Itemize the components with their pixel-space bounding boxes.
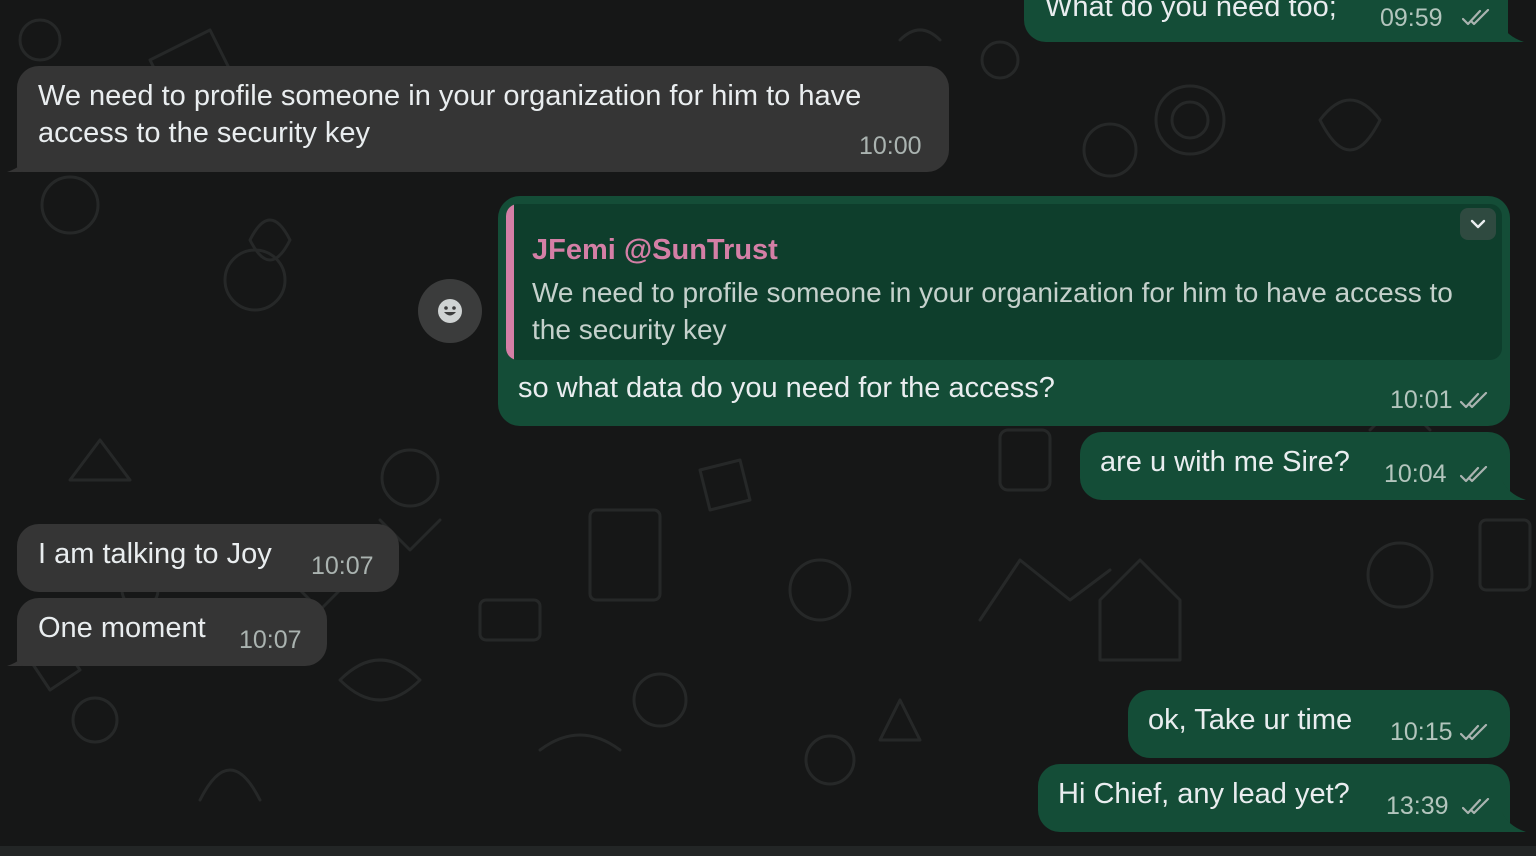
message-time: 09:59 xyxy=(1380,4,1443,32)
chevron-down-icon xyxy=(1470,219,1486,229)
composer-edge xyxy=(0,846,1536,856)
message-menu-button[interactable] xyxy=(1460,208,1496,240)
message-outgoing[interactable]: are u with me Sire? 10:04 xyxy=(1080,432,1526,500)
message-text: What do you need too; xyxy=(1045,0,1337,23)
double-check-icon xyxy=(1462,9,1490,26)
message-time: 10:00 xyxy=(859,132,922,160)
message-text: ok, Take ur time xyxy=(1148,704,1353,736)
double-check-icon xyxy=(1460,466,1488,483)
double-check-icon xyxy=(1460,392,1488,409)
bubble-tail xyxy=(1502,480,1526,500)
message-time: 10:15 xyxy=(1390,718,1453,746)
message-time: 10:07 xyxy=(239,626,302,654)
double-check-icon xyxy=(1462,798,1490,815)
message-time: 10:04 xyxy=(1384,460,1447,488)
bubble-tail xyxy=(1502,812,1526,832)
smiley-icon xyxy=(438,299,462,323)
message-incoming[interactable]: One moment 10:07 xyxy=(7,598,327,666)
message-text: One moment xyxy=(38,612,206,644)
message-text: I am talking to Joy xyxy=(38,538,272,570)
message-outgoing[interactable]: What do you need too; 09:59 xyxy=(1024,0,1524,42)
message-outgoing[interactable]: ok, Take ur time 10:15 xyxy=(1128,690,1510,758)
bubble-tail xyxy=(1500,22,1524,42)
quoted-author: JFemi @SunTrust xyxy=(532,234,778,266)
chat-area[interactable]: What do you need too; 09:59 We need to p… xyxy=(0,0,1536,856)
message-text: are u with me Sire? xyxy=(1100,446,1350,478)
quote-accent-bar xyxy=(506,204,514,360)
message-text: so what data do you need for the access? xyxy=(518,372,1055,404)
message-outgoing-reply[interactable]: JFemi @SunTrust We need to profile someo… xyxy=(498,196,1510,426)
message-outgoing[interactable]: Hi Chief, any lead yet? 13:39 xyxy=(1038,764,1526,832)
reaction-button[interactable] xyxy=(418,279,482,343)
message-time: 13:39 xyxy=(1386,792,1449,820)
quoted-message[interactable]: JFemi @SunTrust We need to profile someo… xyxy=(506,204,1502,360)
message-text: Hi Chief, any lead yet? xyxy=(1058,778,1350,810)
message-time: 10:01 xyxy=(1390,386,1453,414)
double-check-icon xyxy=(1460,724,1488,741)
message-time: 10:07 xyxy=(311,552,374,580)
message-incoming[interactable]: We need to profile someone in your organ… xyxy=(7,66,949,172)
message-text: We need to profile someone in your organ… xyxy=(38,80,870,149)
quoted-text: We need to profile someone in your organ… xyxy=(532,277,1453,345)
message-incoming[interactable]: I am talking to Joy 10:07 xyxy=(17,524,399,592)
